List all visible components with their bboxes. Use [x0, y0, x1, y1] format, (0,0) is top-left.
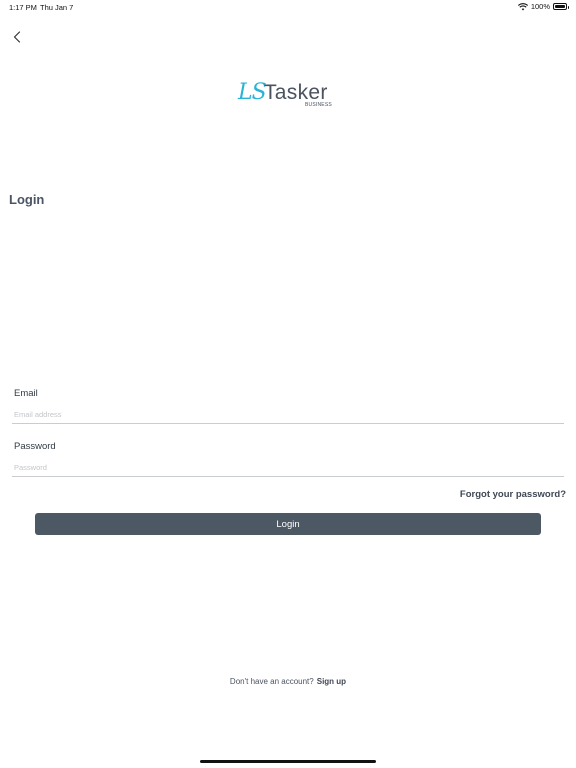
status-date: Thu Jan 7 [40, 3, 74, 12]
back-button[interactable] [8, 28, 26, 46]
signup-prompt: Don't have an account? [229, 677, 314, 686]
battery-icon [553, 3, 569, 10]
email-label: Email [14, 388, 38, 399]
battery-percent: 100% [530, 2, 550, 11]
logo-subtitle: BUSINESS [305, 102, 332, 108]
password-field[interactable] [12, 459, 564, 477]
status-right: 100% [517, 2, 569, 11]
page-title: Login [9, 192, 45, 207]
signup-row: Don't have an account? Sign up [0, 677, 576, 686]
status-time: 1:17 PM [9, 3, 37, 12]
home-indicator[interactable] [200, 760, 376, 763]
app-logo: LS Tasker BUSINESS [238, 80, 348, 112]
login-button[interactable]: Login [35, 513, 541, 535]
logo-mark: LS [238, 80, 267, 105]
login-screen: 1:17 PM Thu Jan 7 100% LS Tasker BUSINES… [0, 0, 576, 768]
chevron-left-icon [13, 31, 21, 43]
email-field[interactable] [12, 406, 564, 424]
signup-link[interactable]: Sign up [317, 677, 346, 686]
forgot-password-link[interactable]: Forgot your password? [460, 489, 566, 500]
status-bar: 1:17 PM Thu Jan 7 100% [0, 0, 576, 14]
wifi-icon [517, 2, 528, 10]
password-label: Password [14, 441, 56, 452]
